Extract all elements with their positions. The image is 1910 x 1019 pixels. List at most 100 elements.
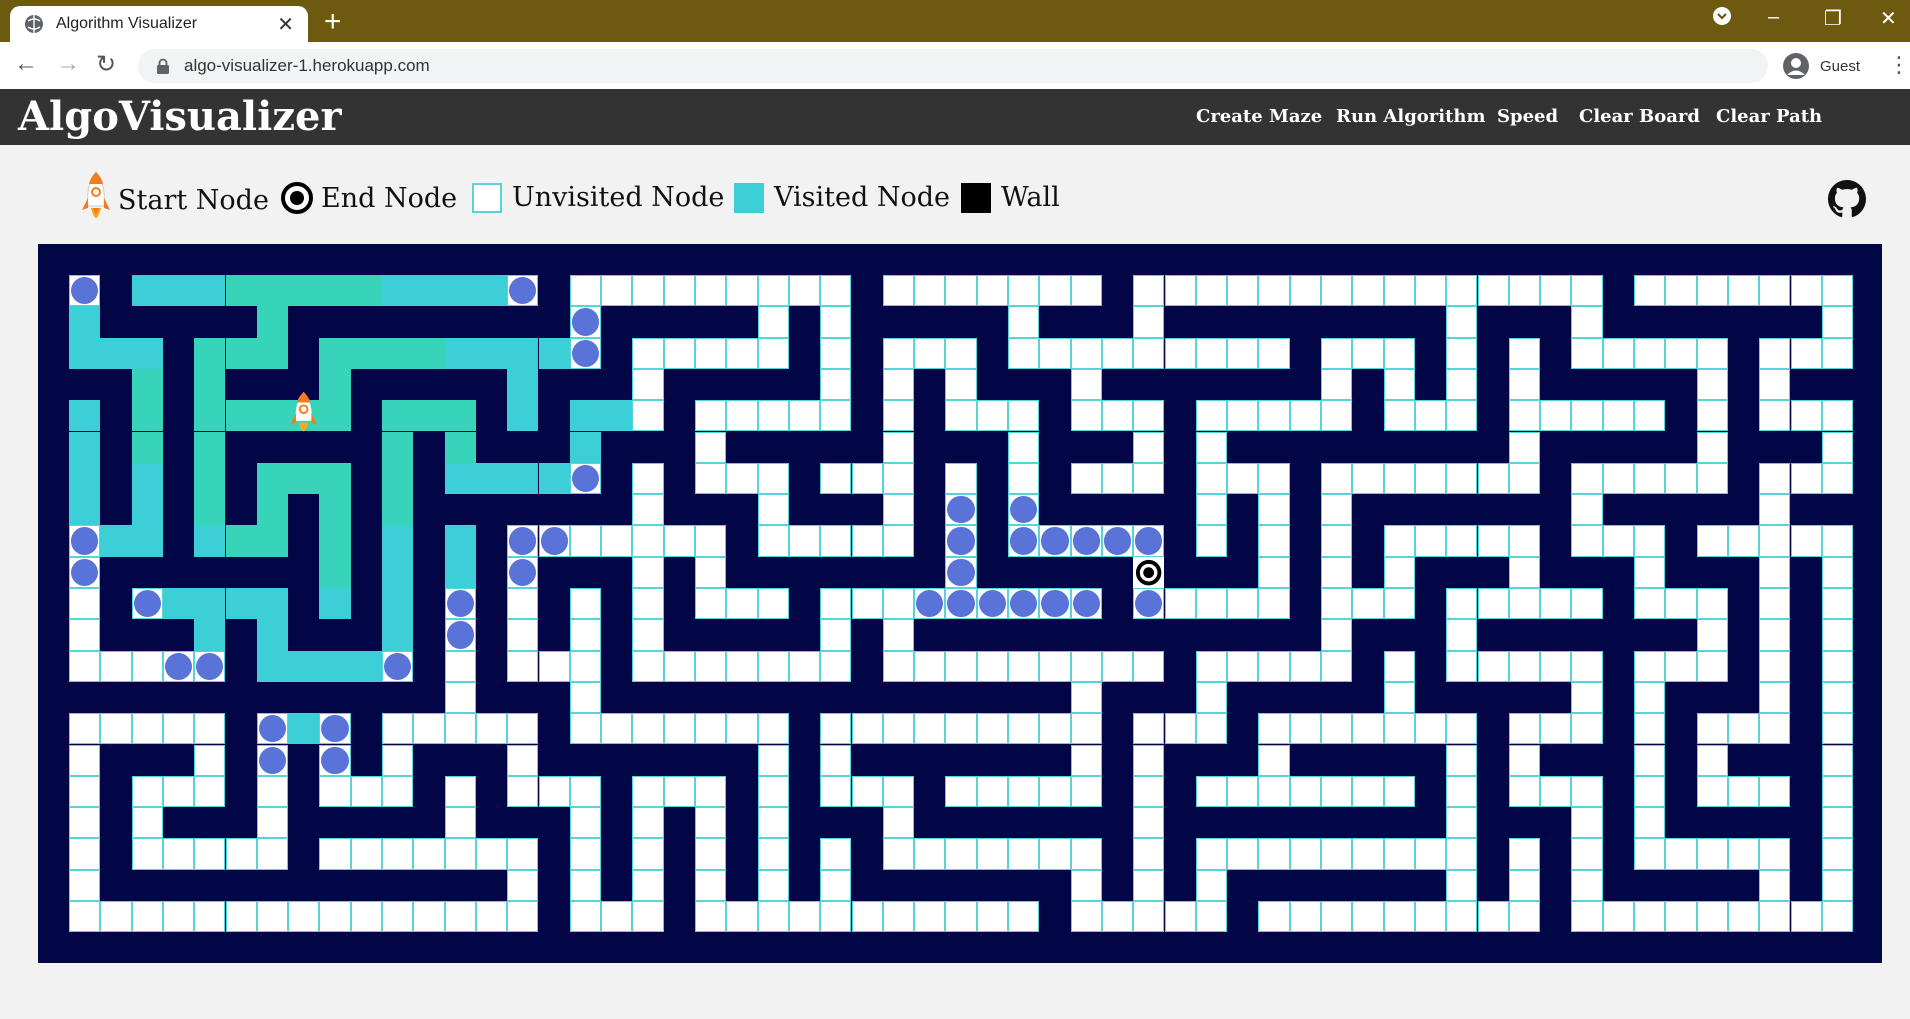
- grid-cell-unvisited[interactable]: [1227, 588, 1259, 620]
- grid-cell-unvisited[interactable]: [1321, 400, 1353, 432]
- grid-cell-unvisited[interactable]: [256, 807, 289, 839]
- grid-cell-unvisited[interactable]: [100, 713, 132, 745]
- grid-cell-unvisited[interactable]: [1133, 901, 1165, 933]
- grid-cell-visited[interactable]: [69, 431, 101, 463]
- grid-cell-visited[interactable]: [507, 337, 539, 369]
- grid-cell-unvisited[interactable]: [1571, 306, 1603, 338]
- grid-cell-unvisited[interactable]: [663, 650, 695, 682]
- grid-cell-unvisited[interactable]: [1321, 901, 1353, 933]
- grid-cell-unvisited[interactable]: [350, 775, 382, 808]
- grid-cell-unvisited[interactable]: [663, 713, 695, 745]
- grid-cell-unvisited[interactable]: [1790, 462, 1822, 495]
- grid-cell-unvisited[interactable]: [69, 869, 101, 901]
- grid-cell-unvisited[interactable]: [882, 619, 915, 651]
- grid-cell-unvisited[interactable]: [1540, 588, 1572, 620]
- reload-icon[interactable]: ↻: [96, 50, 116, 79]
- grid-cell-unvisited[interactable]: [976, 901, 1008, 933]
- grid-cell-unvisited[interactable]: [1540, 775, 1572, 808]
- grid-cell-visited[interactable]: [507, 462, 539, 495]
- grid-cell-unvisited[interactable]: [1821, 681, 1854, 714]
- grid-cell-visited[interactable]: [382, 619, 414, 651]
- grid-cell-unvisited[interactable]: [1164, 588, 1196, 620]
- grid-cell-unvisited[interactable]: [1227, 275, 1259, 307]
- grid-cell-visited[interactable]: [100, 525, 132, 557]
- grid-cell-unvisited[interactable]: [1665, 838, 1697, 870]
- grid-cell-visited[interactable]: [225, 337, 257, 369]
- grid-cell-unvisited[interactable]: [945, 713, 977, 745]
- grid-cell-unvisited[interactable]: [1195, 337, 1228, 369]
- grid-cell-visited[interactable]: [444, 525, 476, 557]
- grid-cell-unvisited[interactable]: [1446, 713, 1478, 745]
- grid-cell-unvisited[interactable]: [820, 337, 852, 369]
- grid-cell-unvisited[interactable]: [882, 588, 915, 620]
- grid-cell-unvisited[interactable]: [1321, 368, 1353, 401]
- grid-cell-visited[interactable]: [256, 306, 289, 338]
- grid-cell-unvisited[interactable]: [1508, 431, 1541, 463]
- grid-cell-visited[interactable]: [256, 525, 289, 557]
- grid-cell-unvisited[interactable]: [1696, 775, 1728, 808]
- grid-cell-unvisited[interactable]: [882, 650, 915, 682]
- grid-cell-unvisited[interactable]: [1258, 275, 1290, 307]
- grid-cell-unvisited[interactable]: [1258, 744, 1290, 776]
- grid-cell-visited[interactable]: [319, 494, 351, 526]
- close-tab-icon[interactable]: ✕: [277, 12, 294, 37]
- grid-cell-unvisited[interactable]: [1446, 275, 1478, 307]
- grid-cell-unvisited[interactable]: [1352, 838, 1384, 870]
- grid-cell-unvisited[interactable]: [1258, 588, 1290, 620]
- grid-cell-unvisited[interactable]: [1133, 462, 1165, 495]
- grid-cell-unvisited[interactable]: [1321, 494, 1353, 526]
- grid-cell-unvisited[interactable]: [1821, 838, 1854, 870]
- grid-cell-unvisited[interactable]: [820, 869, 852, 901]
- grid-cell-unvisited[interactable]: [1446, 744, 1478, 776]
- grid-cell-unvisited[interactable]: [1258, 713, 1290, 745]
- grid-cell-unvisited[interactable]: [1540, 400, 1572, 432]
- grid-cell-unvisited[interactable]: [601, 525, 633, 557]
- grid-cell-visited[interactable]: [69, 306, 101, 338]
- grid-cell-unvisited[interactable]: [444, 838, 476, 870]
- grid-cell-unvisited[interactable]: [820, 462, 852, 495]
- grid-cell-unvisited[interactable]: [1101, 337, 1134, 369]
- grid-cell-unvisited[interactable]: [162, 713, 195, 745]
- forward-icon[interactable]: →: [56, 50, 80, 78]
- grid-cell-unvisited[interactable]: [1696, 525, 1728, 557]
- grid-cell-unvisited[interactable]: [1634, 713, 1666, 745]
- grid-cell-unvisited[interactable]: [1571, 713, 1603, 745]
- grid-cell-unvisited[interactable]: [1790, 400, 1822, 432]
- grid-cell-unvisited[interactable]: [1070, 713, 1102, 745]
- grid-cell-unvisited[interactable]: [945, 337, 977, 369]
- grid-cell-unvisited[interactable]: [1133, 275, 1165, 307]
- grid-cell-unvisited[interactable]: [1039, 838, 1071, 870]
- grid-cell-unvisited[interactable]: [726, 400, 758, 432]
- grid-cell-visited[interactable]: [382, 588, 414, 620]
- grid-cell-unvisited[interactable]: [1571, 275, 1603, 307]
- grid-cell-unvisited[interactable]: [1008, 306, 1040, 338]
- grid-cell-unvisited[interactable]: [757, 807, 789, 839]
- grid-cell-visited[interactable]: [319, 462, 351, 495]
- grid-cell-unvisited[interactable]: [1133, 650, 1165, 682]
- grid-cell-unvisited[interactable]: [945, 400, 977, 432]
- grid-cell-unvisited[interactable]: [444, 901, 476, 933]
- grid-cell-unvisited[interactable]: [695, 400, 727, 432]
- grid-cell-visited[interactable]: [382, 462, 414, 495]
- grid-cell-unvisited[interactable]: [1227, 400, 1259, 432]
- grid-cell-visited[interactable]: [319, 275, 351, 307]
- grid-cell-unvisited[interactable]: [1477, 901, 1509, 933]
- grid-cell-unvisited[interactable]: [1446, 368, 1478, 401]
- grid-cell-unvisited[interactable]: [507, 744, 539, 776]
- grid-cell-unvisited[interactable]: [1634, 775, 1666, 808]
- grid-cell-unvisited[interactable]: [1008, 713, 1040, 745]
- grid-cell-unvisited[interactable]: [1665, 650, 1697, 682]
- grid-cell-unvisited[interactable]: [945, 650, 977, 682]
- grid-cell-unvisited[interactable]: [1727, 713, 1760, 745]
- grid-cell-visited[interactable]: [538, 337, 570, 369]
- grid-cell-unvisited[interactable]: [194, 901, 226, 933]
- grid-cell-visited[interactable]: [256, 588, 289, 620]
- grid-cell-unvisited[interactable]: [851, 901, 883, 933]
- grid-cell-visited[interactable]: [319, 525, 351, 557]
- grid-cell-visited[interactable]: [288, 650, 320, 682]
- grid-cell-unvisited[interactable]: [1571, 400, 1603, 432]
- grid-cell-unvisited[interactable]: [1634, 588, 1666, 620]
- grid-cell-unvisited[interactable]: [882, 713, 915, 745]
- grid-cell-unvisited[interactable]: [757, 650, 789, 682]
- grid-cell-unvisited[interactable]: [507, 901, 539, 933]
